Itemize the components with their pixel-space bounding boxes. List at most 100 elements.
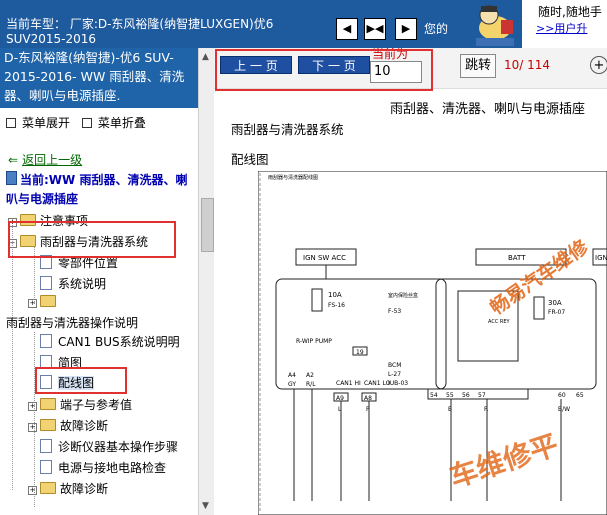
folder-icon [40, 482, 56, 494]
tree-item-label: 系统说明 [58, 277, 107, 291]
nav-first-button[interactable]: ◀ [336, 18, 358, 40]
section-title: 雨刮器与清洗器系统 [231, 122, 344, 137]
wire-r: R [484, 406, 488, 413]
zoom-in-icon[interactable]: + [590, 56, 607, 74]
pin-54: 54 [430, 392, 438, 399]
tree-item-can-bus[interactable]: CAN1 BUS系统说明明 [40, 333, 180, 350]
wire-rl: R/L [306, 381, 316, 388]
fuse2-amp: 30A [548, 299, 562, 307]
current-vehicle-label: 当前车型： 厂家:D-东风裕隆(纳智捷LUXGEN)优6 SUV2015-201… [6, 17, 274, 46]
tree-item-label: 电源与接地电路检查 [58, 461, 167, 475]
tree-item-label: 故障诊断 [60, 419, 109, 433]
tree-item-label: 诊断仪器基本操作步骤 [58, 440, 179, 454]
document-title: D-东风裕隆(纳智捷)-优6 SUV-2015-2016- WW 雨刮器、清洗器… [0, 48, 198, 108]
page-icon [40, 276, 52, 290]
pin-a2: A2 [306, 372, 314, 379]
menu-collapse-button[interactable]: 菜单折叠 [98, 116, 146, 130]
viewer-toolbar: 上 一 页 下 一 页 当前为 10 跳转 10/ 114 + [214, 48, 607, 91]
page-icon [40, 460, 52, 474]
nav-middle-button[interactable]: ▶◀ [364, 18, 386, 40]
scroll-up-icon[interactable]: ▲ [202, 52, 209, 62]
page-icon [40, 334, 52, 348]
tree-item-subfolder[interactable]: + [28, 295, 60, 309]
tree-expander[interactable]: + [28, 486, 37, 495]
jump-button[interactable]: 跳转 [460, 54, 496, 78]
tree-item-tool-procedure[interactable]: 诊断仪器基本操作步骤 [40, 438, 178, 455]
can-hi-label: CAN1 HI [336, 380, 361, 387]
bcm-conn2: IUB-03 [388, 380, 408, 387]
highlight-box [8, 221, 176, 258]
tree-item-terminals[interactable]: + 端子与参考值 [28, 396, 132, 413]
tree-item-label: 故障诊断 [60, 482, 109, 496]
current-location-label: 当前:WW 雨刮器、清洗器、喇叭与电源插座 [6, 173, 188, 206]
back-link[interactable]: ⇐ 返回上一级 [8, 151, 82, 168]
user-upgrade-link[interactable]: >>用户升 [536, 20, 587, 36]
pin-a9: A9 [336, 395, 344, 402]
scroll-down-icon[interactable]: ▼ [202, 501, 209, 511]
scrollbar-thumb[interactable] [201, 198, 214, 252]
wire-bw: B/W [558, 406, 570, 413]
top-header-bar: 当前车型： 厂家:D-东风裕隆(纳智捷LUXGEN)优6 SUV2015-201… [0, 0, 607, 48]
menu-expand-button[interactable]: 菜单展开 [22, 116, 70, 130]
fuse1-amp: 10A [328, 291, 342, 299]
tree-expander[interactable]: + [28, 299, 37, 308]
wiper-pump-label: R-WIP PUMP [296, 338, 332, 345]
bcm-label: BCM [388, 362, 401, 369]
mascot-logo-icon [476, 5, 514, 46]
fuse-box-conn: F-53 [388, 308, 401, 315]
pin-55: 55 [446, 392, 454, 399]
welcome-text: 您的 [424, 22, 449, 36]
tree-item-diagnosis[interactable]: + 故障诊断 [28, 417, 108, 434]
document-viewer: 上 一 页 下 一 页 当前为 10 跳转 10/ 114 + 雨刮器、清洗器、… [214, 48, 607, 515]
tree-item-label: 端子与参考值 [60, 398, 133, 412]
tree-item-system-description[interactable]: 系统说明 [40, 275, 106, 292]
tree-item-label: 零部件位置 [58, 256, 119, 270]
menu-toggle-bar: 菜单展开 菜单折叠 [6, 114, 146, 131]
sidebar-scrollbar[interactable]: ▲ ▼ [198, 48, 215, 515]
tree-guide-line [12, 220, 13, 490]
folder-icon [40, 398, 56, 410]
fuse2-id: FR-07 [548, 309, 565, 316]
document-header: 雨刮器、清洗器、喇叭与电源插座 [390, 102, 586, 117]
highlight-box [35, 367, 127, 394]
pump-pin: 19 [356, 349, 364, 356]
highlight-box [215, 49, 433, 91]
wiring-diagram-label: 配线图 [231, 152, 269, 167]
pin-57: 57 [478, 392, 486, 399]
book-icon [6, 171, 17, 185]
pin-a4: A4 [288, 372, 296, 379]
page-count: 10/ 114 [504, 58, 551, 72]
tree-item-power-ground-check[interactable]: 电源与接地电路检查 [40, 459, 166, 476]
batt-label: BATT [508, 254, 526, 262]
pin-65: 65 [576, 392, 584, 399]
diagram-title: 雨刮器与清洗器配线图 [268, 174, 318, 181]
page-icon [40, 439, 52, 453]
ign-sw-label: IGN SW ACC [303, 254, 346, 262]
nav-next-button[interactable]: ▶ [395, 18, 417, 40]
fuse1-id: FS-16 [328, 302, 345, 309]
tree-item-operation-description[interactable]: 雨刮器与清洗器操作说明 [6, 314, 138, 331]
pin-56: 56 [462, 392, 470, 399]
fuse-icon [533, 296, 545, 320]
current-location: 当前:WW 雨刮器、清洗器、喇叭与电源插座 [6, 171, 196, 209]
fuse-icon [311, 288, 323, 312]
left-navigation-panel: D-东风裕隆(纳智捷)-优6 SUV-2015-2016- WW 雨刮器、清洗器… [0, 48, 198, 515]
pin-a8: A8 [364, 395, 372, 402]
pin-60: 60 [558, 392, 566, 399]
tree-expander[interactable]: + [28, 423, 37, 432]
menu-collapse-icon [81, 118, 92, 128]
menu-expand-icon [6, 118, 16, 128]
tree-item-label: CAN1 BUS系统说明明 [58, 335, 180, 349]
back-link-label: 返回上一级 [22, 153, 83, 167]
folder-icon [40, 295, 56, 307]
folder-icon [40, 419, 56, 431]
back-arrow-icon: ⇐ [8, 153, 19, 167]
wire-b: B [448, 406, 452, 413]
promo-panel: 随时,随地手 >>用户升 [522, 0, 607, 48]
fuse-box-label: 室内保险丝盒 [388, 292, 418, 299]
promo-line: 随时,随地手 [538, 5, 602, 19]
tree-expander[interactable]: + [28, 402, 37, 411]
bcm-conn: L-27 [388, 371, 401, 378]
tree-item-diagnosis-2[interactable]: + 故障诊断 [28, 480, 108, 497]
tree-item-label: 雨刮器与清洗器操作说明 [6, 316, 139, 330]
